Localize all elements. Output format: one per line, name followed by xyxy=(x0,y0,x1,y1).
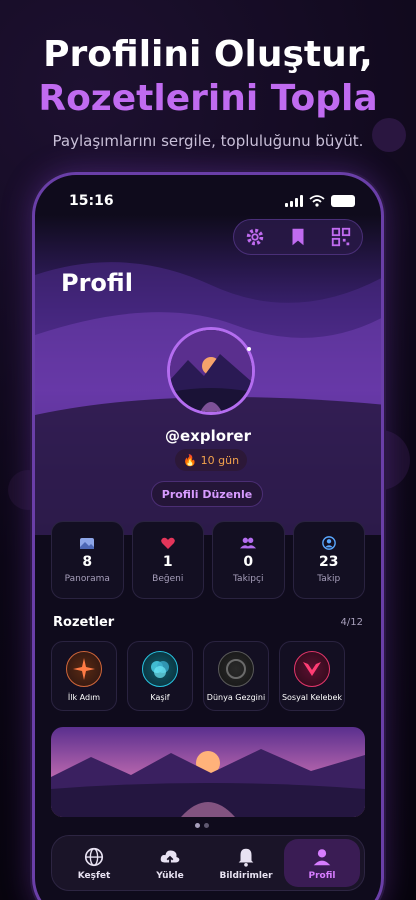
tab-label: Keşfet xyxy=(77,870,111,881)
stat-label: Takipçi xyxy=(233,574,264,584)
promo-title-line1: Profilini Oluştur, xyxy=(43,34,373,75)
cloud-upload-icon xyxy=(160,849,180,864)
stat-label: Takip xyxy=(317,574,341,584)
badges-header: Rozetler 4/12 xyxy=(53,615,363,630)
stat-label: Beğeni xyxy=(152,574,184,584)
streak-text: 10 gün xyxy=(200,453,240,467)
stat-likes[interactable]: 1 Beğeni xyxy=(131,521,204,599)
signal-icon xyxy=(285,195,303,207)
circles-icon xyxy=(142,650,178,687)
bell-icon xyxy=(238,848,254,867)
stat-followers[interactable]: 0 Takipçi xyxy=(212,521,285,599)
avatar[interactable] xyxy=(167,327,255,415)
badge-label: Sosyal Kelebek xyxy=(281,692,343,702)
person-icon xyxy=(313,848,331,865)
badge-label: Dünya Gezgini xyxy=(206,692,266,702)
badge-explorer[interactable]: Kaşif xyxy=(127,641,193,711)
stat-value: 0 xyxy=(243,554,254,570)
sparkle-star xyxy=(247,347,251,351)
tab-label: Yükle xyxy=(156,870,184,881)
promo-subtitle: Paylaşımlarını sergile, topluluğunu büyü… xyxy=(52,132,364,150)
users-icon xyxy=(240,537,257,549)
streak-badge: 🔥 10 gün xyxy=(175,449,247,471)
username: @explorer xyxy=(164,427,251,445)
phone-frame: 15:16 Profil @explorer 🔥 10 gün Profili … xyxy=(32,172,384,900)
globe-icon xyxy=(84,847,104,866)
status-bar: 15:16 xyxy=(35,191,381,215)
status-time: 15:16 xyxy=(69,193,114,209)
promo-title-line2: Rozetlerini Topla xyxy=(38,78,378,119)
profile-toolbar xyxy=(233,219,363,255)
butterfly-icon xyxy=(294,650,330,687)
battery-icon xyxy=(331,195,355,207)
tab-label: Bildirimler xyxy=(219,870,273,881)
heart-icon xyxy=(160,537,175,549)
tab-notifications[interactable]: Bildirimler xyxy=(208,839,284,887)
user-check-icon xyxy=(321,536,336,550)
stat-value: 8 xyxy=(82,554,93,570)
fire-icon: 🔥 xyxy=(182,453,197,467)
qr-code-icon[interactable] xyxy=(330,226,352,248)
carousel-dot[interactable] xyxy=(195,823,200,828)
wifi-icon xyxy=(309,195,325,207)
panorama-banner[interactable] xyxy=(51,727,365,817)
tab-profile[interactable]: Profil xyxy=(284,839,360,887)
stat-value: 23 xyxy=(319,554,339,570)
page-title: Profil xyxy=(61,269,133,297)
settings-icon[interactable] xyxy=(244,226,266,248)
stat-following[interactable]: 23 Takip xyxy=(292,521,365,599)
tab-explore[interactable]: Keşfet xyxy=(56,839,132,887)
badge-label: Kaşif xyxy=(150,692,170,702)
image-icon xyxy=(80,538,95,549)
stat-label: Panorama xyxy=(64,574,110,584)
tab-label: Profil xyxy=(308,870,336,881)
badges-title: Rozetler xyxy=(53,615,115,630)
carousel-dots xyxy=(195,823,209,828)
stats-row: 8 Panorama 1 Beğeni 0 Takipçi 23 Takip xyxy=(51,521,365,599)
badge-first-step[interactable]: İlk Adım xyxy=(51,641,117,711)
edit-profile-button[interactable]: Profili Düzenle xyxy=(151,481,263,507)
stat-value: 1 xyxy=(162,554,173,570)
tab-bar: Keşfet Yükle Bildirimler Profil xyxy=(51,835,365,891)
carousel-dot[interactable] xyxy=(204,823,209,828)
bookmark-icon[interactable] xyxy=(287,226,309,248)
globe-ring-icon xyxy=(218,650,254,687)
badge-social-butterfly[interactable]: Sosyal Kelebek xyxy=(279,641,345,711)
badges-row: İlk Adım Kaşif Dünya Gezgini Sosyal Kele… xyxy=(51,641,381,711)
badge-label: İlk Adım xyxy=(67,692,101,702)
tab-upload[interactable]: Yükle xyxy=(132,839,208,887)
starburst-icon xyxy=(66,650,102,687)
badge-world-traveler[interactable]: Dünya Gezgini xyxy=(203,641,269,711)
badges-count: 4/12 xyxy=(340,617,363,628)
stat-panorama[interactable]: 8 Panorama xyxy=(51,521,124,599)
